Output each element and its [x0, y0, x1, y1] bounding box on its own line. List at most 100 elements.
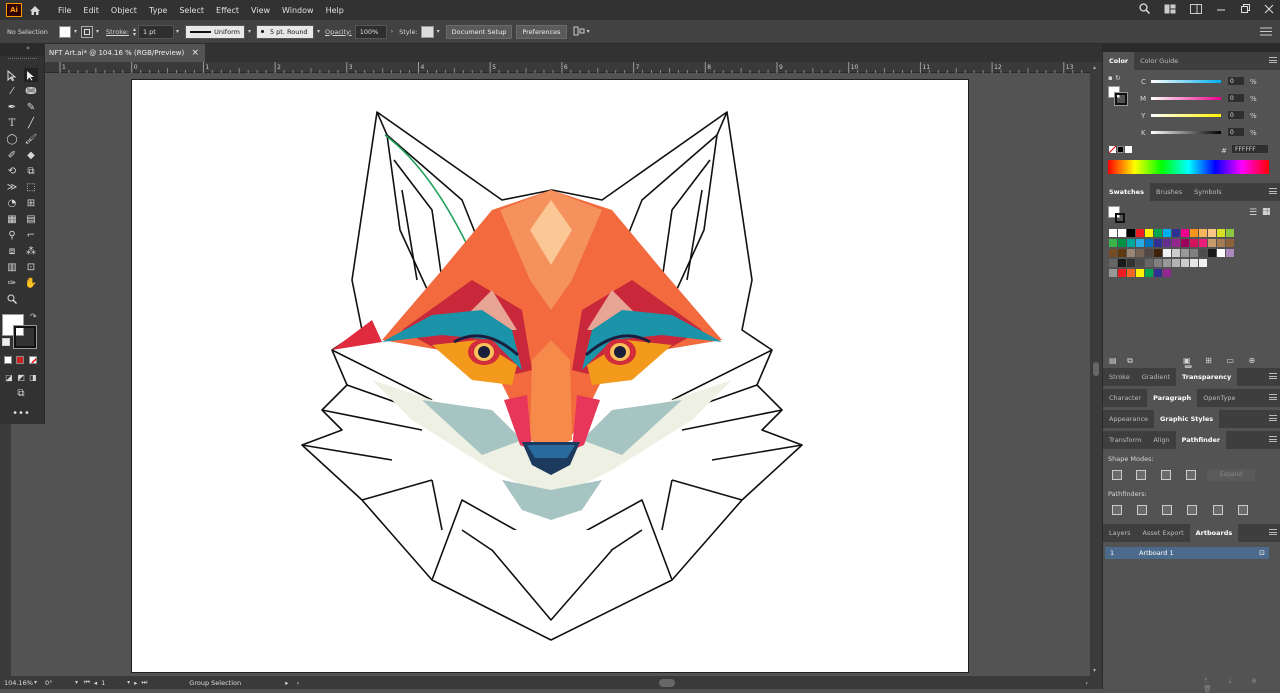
default-colors-icon[interactable] — [2, 338, 10, 346]
color-swatch[interactable] — [1172, 249, 1180, 257]
color-swatch[interactable] — [1217, 239, 1225, 247]
shape-builder-tool-icon[interactable]: ◔ — [5, 196, 19, 210]
prev-artboard-icon[interactable]: ◂ — [94, 679, 97, 687]
tab-asset-export[interactable]: Asset Export — [1137, 524, 1190, 542]
tab-stroke[interactable]: Stroke — [1103, 368, 1136, 386]
free-transform-tool-icon[interactable]: ⬚ — [24, 180, 38, 194]
zoom-level[interactable]: 104.16% — [4, 679, 34, 687]
chevron-down-icon[interactable]: ▾ — [75, 679, 78, 686]
color-swatch[interactable] — [1226, 229, 1234, 237]
document-tab[interactable]: NFT Art.ai* @ 104.16 % (RGB/Preview) × — [45, 44, 205, 62]
color-swatch[interactable] — [1163, 229, 1171, 237]
close-icon[interactable] — [1264, 4, 1274, 16]
arrange-documents-icon[interactable] — [1164, 4, 1176, 16]
tab-paragraph[interactable]: Paragraph — [1147, 389, 1198, 407]
color-mini-icons[interactable]: ▪ ↻ — [1108, 74, 1121, 82]
color-swatch[interactable] — [1145, 259, 1153, 267]
menu-effect[interactable]: Effect — [210, 6, 245, 15]
vertical-ruler[interactable] — [0, 424, 11, 676]
color-swatch[interactable] — [1154, 269, 1162, 277]
blend-tool-icon[interactable]: ⧈ — [5, 244, 19, 258]
artboard-row[interactable]: 1 Artboard 1 ⊡ — [1105, 547, 1269, 559]
color-swatch[interactable] — [1127, 269, 1135, 277]
magenta-slider[interactable] — [1151, 97, 1221, 100]
tab-gradient[interactable]: Gradient — [1136, 368, 1176, 386]
artboard-panel-footer-icons[interactable]: ⇡ ⇣ ⊕ 🗑 — [1203, 677, 1280, 693]
draw-inside-icon[interactable]: ◨ — [26, 370, 40, 384]
color-swatch[interactable] — [1208, 229, 1216, 237]
horizontal-scroll-thumb[interactable] — [659, 678, 676, 687]
color-swatch[interactable] — [1109, 249, 1117, 257]
color-swatch[interactable] — [1118, 239, 1126, 247]
black-color-chip[interactable] — [1117, 146, 1124, 153]
preferences-button[interactable]: Preferences — [516, 24, 567, 39]
chevron-down-icon[interactable]: ▾ — [127, 679, 130, 686]
color-swatch[interactable] — [1154, 249, 1162, 257]
cyan-input[interactable]: 0 — [1227, 76, 1245, 86]
artboard-options-icon[interactable]: ⊡ — [1259, 549, 1265, 557]
chevron-down-icon[interactable]: ▾ — [317, 28, 320, 35]
color-swatch[interactable] — [1226, 239, 1234, 247]
color-swatch[interactable] — [1145, 249, 1153, 257]
color-swatch[interactable] — [1199, 239, 1207, 247]
yellow-slider[interactable] — [1151, 114, 1221, 117]
color-swatch[interactable] — [1199, 259, 1207, 267]
scroll-down-icon[interactable]: ▾ — [1093, 667, 1096, 674]
tab-opentype[interactable]: OpenType — [1197, 389, 1241, 407]
tab-align[interactable]: Align — [1147, 431, 1175, 449]
line-tool-icon[interactable]: ╱ — [24, 116, 38, 130]
direct-selection-tool-icon[interactable] — [24, 68, 38, 82]
arrange-icon[interactable] — [573, 26, 585, 38]
color-swatch[interactable] — [1118, 269, 1126, 277]
color-swatch[interactable] — [1136, 259, 1144, 267]
chevron-down-icon[interactable]: ▾ — [176, 28, 179, 35]
panel-menu-icon[interactable] — [1269, 373, 1277, 379]
swatch-library-icons[interactable]: ▤ ⧉ — [1109, 356, 1137, 366]
color-swatch[interactable] — [1217, 249, 1225, 257]
color-swatch[interactable] — [1118, 249, 1126, 257]
panel-menu-icon[interactable] — [1269, 415, 1277, 421]
tab-color-guide[interactable]: Color Guide — [1134, 52, 1184, 70]
lasso-tool-icon[interactable]: ↈ — [24, 84, 38, 98]
color-swatch[interactable] — [1208, 239, 1216, 247]
color-swatch[interactable] — [1136, 239, 1144, 247]
ellipse-tool-icon[interactable]: ◯ — [5, 132, 19, 146]
scale-tool-icon[interactable]: ⧉ — [24, 164, 38, 178]
curvature-tool-icon[interactable]: ✎ — [24, 100, 38, 114]
panel-menu-icon[interactable] — [1269, 57, 1277, 63]
panel-menu-icon[interactable] — [1269, 394, 1277, 400]
tab-artboards[interactable]: Artboards — [1189, 524, 1239, 542]
list-view-icon[interactable]: ☰ — [1249, 208, 1257, 218]
scroll-up-icon[interactable]: ▴ — [1093, 64, 1096, 71]
tab-symbols[interactable]: Symbols — [1188, 183, 1228, 201]
color-swatch[interactable] — [1127, 249, 1135, 257]
color-swatch[interactable] — [1172, 229, 1180, 237]
color-swatch[interactable] — [1181, 239, 1189, 247]
color-swatch[interactable] — [1127, 229, 1135, 237]
color-swatch[interactable] — [1136, 229, 1144, 237]
swatch-grid[interactable] — [1109, 229, 1269, 279]
document-setup-button[interactable]: Document Setup — [445, 24, 513, 39]
color-swatch[interactable] — [1145, 239, 1153, 247]
chevron-down-icon[interactable]: ▾ — [437, 28, 440, 35]
perspective-grid-tool-icon[interactable]: ⊞ — [24, 196, 38, 210]
opacity-input[interactable]: 100% — [354, 24, 387, 39]
color-swatch[interactable] — [1163, 249, 1171, 257]
color-swatch[interactable] — [1181, 229, 1189, 237]
trim-icon[interactable] — [1137, 505, 1147, 515]
panel-menu-icon[interactable] — [1269, 188, 1277, 194]
exclude-icon[interactable] — [1186, 470, 1196, 480]
rotate-tool-icon[interactable]: ⟲ — [5, 164, 19, 178]
color-swatch[interactable] — [1172, 239, 1180, 247]
color-swatch[interactable] — [1190, 239, 1198, 247]
chevron-down-icon[interactable]: ▾ — [96, 28, 99, 35]
artboard-number[interactable]: 1 — [101, 679, 127, 687]
magenta-input[interactable]: 0 — [1227, 93, 1245, 103]
swap-icon[interactable]: ↷ — [30, 312, 37, 321]
color-swatch[interactable] — [1199, 229, 1207, 237]
color-swatch[interactable] — [1136, 249, 1144, 257]
menu-window[interactable]: Window — [276, 6, 320, 15]
stroke-swatch[interactable] — [81, 25, 94, 38]
color-swatch[interactable] — [1109, 259, 1117, 267]
stroke-color-swatch[interactable] — [13, 325, 37, 349]
